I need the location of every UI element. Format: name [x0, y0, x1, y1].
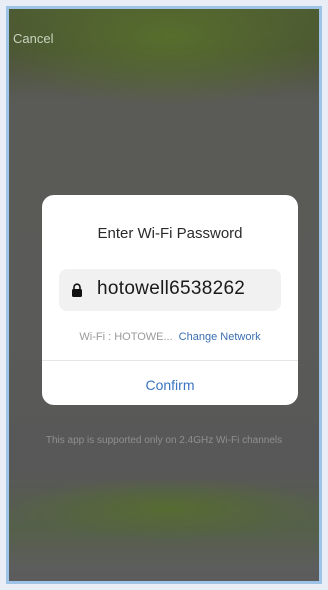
cancel-button[interactable]: Cancel	[13, 31, 53, 46]
background-blur-top	[9, 9, 319, 109]
channel-support-note: This app is supported only on 2.4GHz Wi-…	[45, 435, 283, 446]
dialog-title: Enter Wi-Fi Password	[97, 225, 243, 242]
lock-icon	[72, 283, 82, 297]
password-field[interactable]: hotowell6538262	[59, 269, 281, 311]
background-blur-button	[19, 479, 319, 539]
dialog-divider	[42, 360, 298, 361]
confirm-button[interactable]: Confirm	[42, 377, 298, 393]
wifi-password-dialog: Enter Wi-Fi Password hotowell6538262 Wi-…	[42, 195, 298, 405]
change-network-link[interactable]: Change Network	[179, 331, 261, 343]
wifi-network-label: Wi-Fi : HOTOWE...	[79, 331, 173, 343]
password-value: hotowell6538262	[97, 278, 246, 299]
network-row: Wi-Fi : HOTOWE... Change Network	[42, 331, 298, 343]
screen-frame: Cancel Enter Wi-Fi Password hotowell6538…	[6, 6, 322, 584]
